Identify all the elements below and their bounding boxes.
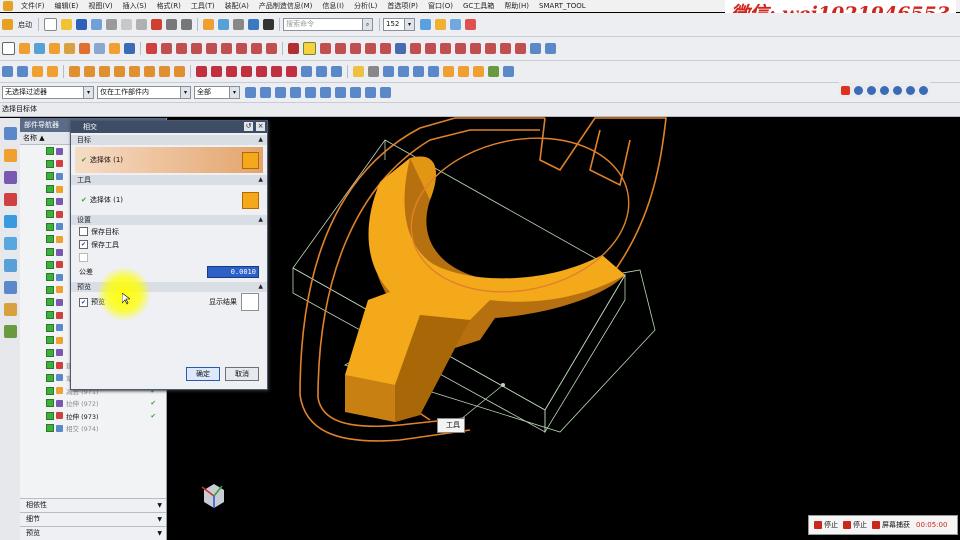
tolerance-input[interactable] [207,266,259,278]
intersect-dialog: 相交 ↺ × 目标 ▲ ✔ 选择体 (1) 工具 ▲ ✔ 选择体 (1) 设置 ▲ 保… [70,120,268,390]
select-tool-body[interactable]: ✔ 选择体 (1) [75,187,263,213]
screen-recorder: 停止 停止 屏幕捕获 00:05:00 [808,515,958,535]
section-label: 目标 [77,136,91,144]
mouse-pointer-icon [122,293,130,305]
stop-label: 停止 [824,521,838,529]
cancel-button[interactable]: 取消 [225,367,259,381]
selection-tooltip: 工具 [437,418,465,433]
keep-tool-label: 保存工具 [91,240,119,249]
keep-target-checkbox[interactable]: 保存目标 [79,225,267,238]
section-label: 预览 [77,283,91,291]
show-result-label: 显示结果 [209,298,237,306]
stop-icon [814,521,822,529]
checkbox-box[interactable] [79,227,88,236]
pick-point [501,383,505,387]
dialog-title-bar[interactable]: 相交 ↺ × [71,121,267,133]
solid-top-face [345,158,625,385]
settings-section-header[interactable]: 设置 ▲ [71,215,267,225]
preview-label: 预览 [91,298,105,306]
disabled-option-checkbox [79,251,267,264]
pause-icon [843,521,851,529]
check-icon: ✔ [81,156,87,164]
preview-checkbox[interactable]: ✔ [79,297,88,307]
tolerance-label: 公差 [79,268,93,276]
preview-section-header[interactable]: 预览 ▲ [71,282,267,292]
tolerance-row: 公差 [79,264,267,280]
view-triad-icon [201,484,224,508]
chevron-up-icon: ▲ [258,216,263,223]
tooltip-text: 工具 [446,421,460,429]
select-target-body[interactable]: ✔ 选择体 (1) [75,147,263,173]
checkbox-box[interactable]: ✔ [79,240,88,249]
select-target-label: 选择体 (1) [89,156,124,164]
solid-body-icon[interactable] [242,191,259,209]
target-section-header[interactable]: 目标 ▲ [71,135,267,145]
select-tool-label: 选择体 (1) [89,196,124,204]
preview-row: ✔ 预览 显示结果 [79,292,267,312]
close-icon[interactable]: × [256,122,265,131]
checkbox-box [79,253,88,262]
capture-button[interactable]: 屏幕捕获 [872,520,910,530]
chevron-up-icon: ▲ [258,176,263,183]
section-label: 设置 [77,216,91,224]
record-icon [872,521,880,529]
outline-curve [589,129,631,187]
chevron-up-icon: ▲ [258,136,263,143]
magnifier-icon[interactable] [241,293,259,311]
stop-button[interactable]: 停止 [814,520,838,530]
keep-target-label: 保存目标 [91,227,119,236]
check-icon: ✔ [81,196,87,204]
dialog-title: 相交 [83,123,97,131]
pause-button[interactable]: 停止 [843,520,867,530]
solid-body-icon[interactable] [242,151,259,169]
recording-timer: 00:05:00 [916,521,948,529]
ok-button[interactable]: 确定 [186,367,220,381]
chevron-up-icon: ▲ [258,283,263,290]
reset-icon[interactable]: ↺ [244,122,253,131]
dialog-buttons: 确定 取消 [181,367,259,381]
capture-label: 屏幕捕获 [882,521,910,529]
pause-label: 停止 [853,521,867,529]
tool-section-header[interactable]: 工具 ▲ [71,175,267,185]
keep-tool-checkbox[interactable]: ✔ 保存工具 [79,238,267,251]
section-label: 工具 [77,176,91,184]
